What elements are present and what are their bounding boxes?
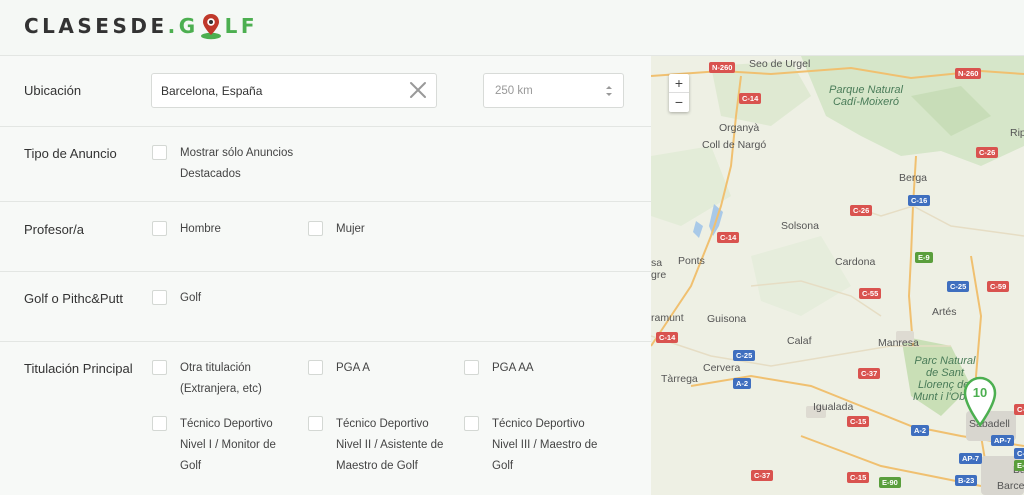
site-logo[interactable]: CLASESDE. G LF xyxy=(24,12,258,40)
map-label-artes: Artés xyxy=(932,306,957,318)
road-c37-1: C-37 xyxy=(858,368,881,379)
road-c25-2: C-25 xyxy=(733,350,756,361)
female-checkbox[interactable] xyxy=(308,221,323,236)
map-label-ponts: Ponts xyxy=(678,255,705,267)
map-label-coll: Coll de Nargó xyxy=(702,139,767,151)
road-c15-1: C-15 xyxy=(847,416,870,427)
road-e9: E-9 xyxy=(915,252,933,263)
certification-label: Titulación Principal xyxy=(24,361,133,376)
map-label-calaf: Calaf xyxy=(787,335,812,347)
golf-pin-icon xyxy=(200,12,222,40)
road-c58: C-58 xyxy=(1014,448,1024,459)
site-header: CLASESDE. G LF xyxy=(0,0,1024,56)
teacher-label: Profesor/a xyxy=(24,222,84,237)
radius-value: 250 km xyxy=(495,85,533,97)
road-c55: C-55 xyxy=(859,288,882,299)
road-c14-1: C-14 xyxy=(739,93,762,104)
map-label-ramunt: ramunt xyxy=(651,312,684,324)
results-map[interactable]: + − Seo de Urgel Parque Natural Cadí-Moix… xyxy=(651,56,1024,495)
pga-aa-checkbox[interactable] xyxy=(464,360,479,375)
map-label-solsona: Solsona xyxy=(781,220,819,232)
other-cert-label[interactable]: Otra titulación (Extranjera, etc) xyxy=(180,358,262,400)
map-label-seo: Seo de Urgel xyxy=(749,58,811,70)
zoom-out-button[interactable]: − xyxy=(669,93,689,112)
td-level3-checkbox[interactable] xyxy=(464,416,479,431)
map-label-gre: gre xyxy=(651,269,667,281)
road-c37-2: C-37 xyxy=(751,470,774,481)
road-e90: E-90 xyxy=(879,477,901,488)
road-n260-1: N-260 xyxy=(709,62,736,73)
road-c25-1: C-25 xyxy=(947,281,970,292)
teacher-row: Profesor/a Hombre Mujer xyxy=(0,202,651,272)
road-n260-2: N-260 xyxy=(955,68,982,79)
road-c1: C-1 xyxy=(1014,404,1024,415)
zoom-control: + − xyxy=(669,74,689,112)
select-arrows-icon xyxy=(605,84,613,98)
certification-row: Titulación Principal Otra titulación (Ex… xyxy=(0,342,651,495)
other-cert-checkbox[interactable] xyxy=(152,360,167,375)
map-label-rip: Rip xyxy=(1010,127,1024,139)
td-level2-checkbox[interactable] xyxy=(308,416,323,431)
close-icon[interactable] xyxy=(408,80,428,100)
map-pin-icon xyxy=(963,376,997,428)
road-a2-1: A-2 xyxy=(733,378,752,389)
road-b23: B-23 xyxy=(955,475,978,486)
map-label-cardona: Cardona xyxy=(835,256,876,268)
road-a2-2: A-2 xyxy=(911,425,930,436)
map-label-manresa: Manresa xyxy=(878,337,919,349)
map-label-berga: Berga xyxy=(899,172,928,184)
td-level1-label[interactable]: Técnico Deportivo Nivel I / Monitor de G… xyxy=(180,414,276,477)
logo-text-lf: LF xyxy=(224,14,259,38)
map-label-sa: sa xyxy=(651,257,663,269)
map-label-organa: Organyà xyxy=(719,122,760,134)
location-value: Barcelona, España xyxy=(161,84,263,98)
logo-dot: . xyxy=(167,14,179,38)
logo-text-clasesde: CLASESDE xyxy=(24,14,168,38)
td-level1-checkbox[interactable] xyxy=(152,416,167,431)
location-label: Ubicación xyxy=(24,83,82,98)
featured-only-label[interactable]: Mostrar sólo Anuncios Destacados xyxy=(180,143,293,185)
male-label[interactable]: Hombre xyxy=(180,219,221,240)
road-ap7-2: AP-7 xyxy=(959,453,983,464)
td-level3-label[interactable]: Técnico Deportivo Nivel III / Maestro de… xyxy=(492,414,597,477)
road-c16: C-16 xyxy=(908,195,931,206)
pga-aa-label[interactable]: PGA AA xyxy=(492,358,534,379)
golf-checkbox[interactable] xyxy=(152,290,167,305)
map-label-cervera: Cervera xyxy=(703,362,741,374)
cluster-count: 10 xyxy=(972,385,988,400)
map-label-tarrega: Tàrrega xyxy=(661,373,698,385)
td-level2-label[interactable]: Técnico Deportivo Nivel II / Asistente d… xyxy=(336,414,443,477)
road-c14-3: C-14 xyxy=(656,332,679,343)
pga-a-checkbox[interactable] xyxy=(308,360,323,375)
map-label-parque: Parque Natural Cadí-Moixeró xyxy=(829,84,903,108)
golf-label[interactable]: Golf xyxy=(180,288,201,309)
road-ap7-1: AP-7 xyxy=(991,435,1015,446)
radius-select[interactable]: 250 km xyxy=(483,73,624,108)
golf-type-row: Golf o Pithc&Putt Golf xyxy=(0,272,651,342)
map-label-guisona: Guisona xyxy=(707,313,747,325)
map-label-barce: Barce xyxy=(997,480,1024,492)
road-c26-2: C-26 xyxy=(850,205,873,216)
road-c14-2: C-14 xyxy=(717,232,740,243)
road-c15-2: C-15 xyxy=(847,472,870,483)
cluster-marker[interactable]: 10 xyxy=(962,375,998,428)
ad-type-row: Tipo de Anuncio Mostrar sólo Anuncios De… xyxy=(0,127,651,202)
map-label-igualada: Igualada xyxy=(813,401,854,413)
road-c26-1: C-26 xyxy=(976,147,999,158)
zoom-in-button[interactable]: + xyxy=(669,74,689,93)
female-label[interactable]: Mujer xyxy=(336,219,365,240)
road-e15: E-15 xyxy=(1014,460,1024,471)
filter-panel: Ubicación Barcelona, España 250 km Tipo … xyxy=(0,56,651,495)
pga-a-label[interactable]: PGA A xyxy=(336,358,370,379)
male-checkbox[interactable] xyxy=(152,221,167,236)
logo-text-g: G xyxy=(178,14,199,38)
road-c59: C-59 xyxy=(987,281,1010,292)
location-row: Ubicación Barcelona, España 250 km xyxy=(0,56,651,127)
featured-only-checkbox[interactable] xyxy=(152,145,167,160)
location-input[interactable]: Barcelona, España xyxy=(151,73,437,108)
ad-type-label: Tipo de Anuncio xyxy=(24,146,117,161)
golf-type-label: Golf o Pithc&Putt xyxy=(24,291,123,306)
